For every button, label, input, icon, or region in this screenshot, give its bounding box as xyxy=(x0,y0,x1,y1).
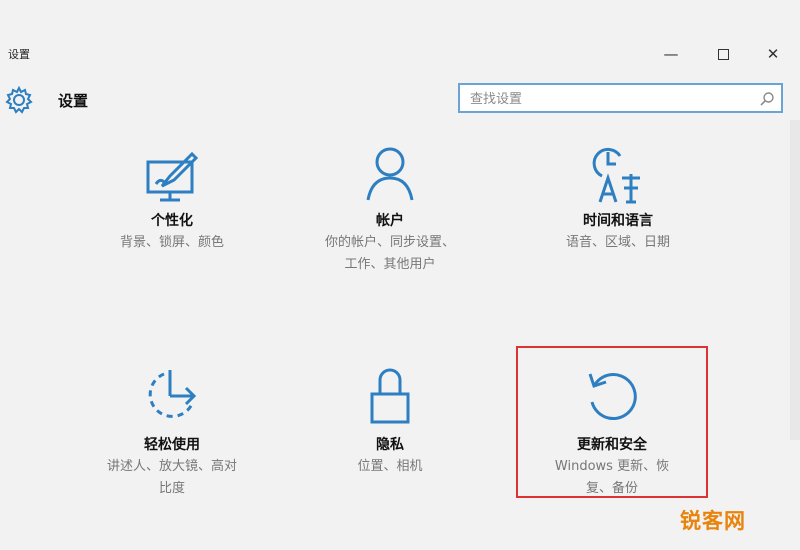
tile-label: 个性化 xyxy=(151,213,193,229)
search-box[interactable] xyxy=(458,83,783,113)
tile-description: 语音、区域、日期 xyxy=(565,235,670,250)
minimize-button[interactable]: — xyxy=(656,42,686,66)
tile-label: 轻松使用 xyxy=(144,437,200,453)
tile-description: 工作、其他用户 xyxy=(344,257,436,272)
maximize-button[interactable] xyxy=(708,42,738,66)
account-icon xyxy=(366,147,414,201)
tile-personalization[interactable]: 个性化 背景、锁屏、颜色 xyxy=(82,140,262,260)
watermark: 锐客网 xyxy=(680,509,746,533)
search-icon[interactable] xyxy=(759,91,775,107)
gear-icon xyxy=(5,85,33,114)
highlight-box xyxy=(516,346,708,498)
privacy-lock-icon xyxy=(370,368,410,424)
tile-description: 背景、锁屏、颜色 xyxy=(119,235,224,250)
tile-accounts[interactable]: 帐户 你的帐户、同步设置、 工作、其他用户 xyxy=(300,140,480,280)
tile-label: 帐户 xyxy=(376,213,404,229)
close-button[interactable]: ✕ xyxy=(758,42,788,66)
tile-label: 隐私 xyxy=(376,437,404,453)
maximize-icon xyxy=(717,49,729,60)
ease-of-access-icon xyxy=(148,370,197,418)
tile-label: 时间和语言 xyxy=(583,213,653,229)
tile-description: 你的帐户、同步设置、 xyxy=(324,235,455,250)
tile-description: 讲述人、放大镜、高对 xyxy=(106,459,237,474)
search-input[interactable] xyxy=(468,88,752,110)
title-bar xyxy=(0,0,800,40)
window-title: 设置 xyxy=(8,48,30,61)
tile-time-language[interactable]: 时间和语言 语音、区域、日期 xyxy=(528,140,708,260)
scrollbar-track[interactable] xyxy=(790,120,800,440)
tile-description: 位置、相机 xyxy=(357,459,423,474)
tile-ease-of-access[interactable]: 轻松使用 讲述人、放大镜、高对 比度 xyxy=(82,364,262,504)
personalization-icon xyxy=(146,151,199,202)
time-language-icon xyxy=(592,147,640,204)
tile-privacy[interactable]: 隐私 位置、相机 xyxy=(300,364,480,484)
tile-description: 比度 xyxy=(158,481,185,496)
page-title: 设置 xyxy=(58,92,89,110)
